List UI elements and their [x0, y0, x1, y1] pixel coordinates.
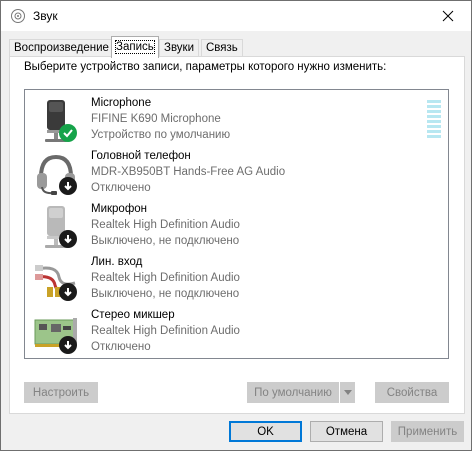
device-driver: Realtek High Definition Audio [91, 325, 240, 337]
speaker-icon [11, 9, 25, 23]
device-name: Микрофон [91, 203, 148, 215]
device-status: Выключено, не подключено [91, 288, 240, 300]
chevron-down-icon [343, 389, 352, 395]
recording-panel: Выберите устройство записи, параметры ко… [9, 56, 465, 414]
device-driver: FIFINE K690 Microphone [91, 113, 221, 125]
disabled-arrow-icon [59, 230, 77, 248]
disabled-arrow-icon [59, 283, 77, 301]
device-name: Головной телефон [91, 150, 191, 162]
title-bar: Звук [1, 1, 471, 31]
device-item-headset[interactable]: Головной телефон MDR-XB950BT Hands-Free … [25, 149, 415, 199]
device-item-microphone[interactable]: Microphone FIFINE K690 Microphone Устрой… [25, 96, 415, 146]
device-list[interactable]: Microphone FIFINE K690 Microphone Устрой… [24, 89, 449, 359]
device-name: Стерео микшер [91, 309, 175, 321]
device-item-mikrofon[interactable]: Микрофон Realtek High Definition Audio В… [25, 202, 415, 252]
tab-playback[interactable]: Воспроизведение [9, 39, 114, 57]
window-title: Звук [33, 9, 58, 23]
device-status: Отключено [91, 341, 151, 353]
cancel-button[interactable]: Отмена [310, 421, 383, 442]
tab-sounds[interactable]: Звуки [159, 39, 200, 57]
sound-dialog: Звук Воспроизведение Запись Звуки Связь … [0, 0, 472, 451]
level-meter [427, 100, 441, 140]
device-name: Microphone [91, 97, 152, 109]
configure-button[interactable]: Настроить [24, 382, 98, 403]
close-icon [442, 10, 454, 22]
properties-button[interactable]: Свойства [375, 382, 449, 403]
device-status: Отключено [91, 182, 151, 194]
default-check-icon [59, 124, 77, 142]
device-name: Лин. вход [91, 256, 143, 268]
close-button[interactable] [425, 1, 471, 31]
ok-button[interactable]: OK [229, 421, 302, 442]
device-status: Выключено, не подключено [91, 235, 240, 247]
set-default-button[interactable]: По умолчанию [247, 382, 339, 403]
device-driver: Realtek High Definition Audio [91, 219, 240, 231]
device-item-stereo-mix[interactable]: Стерео микшер Realtek High Definition Au… [25, 308, 415, 358]
tab-recording[interactable]: Запись [111, 36, 159, 58]
device-driver: Realtek High Definition Audio [91, 272, 240, 284]
device-driver: MDR-XB950BT Hands-Free AG Audio [91, 166, 286, 178]
set-default-dropdown[interactable] [340, 382, 355, 403]
disabled-arrow-icon [59, 177, 77, 195]
disabled-arrow-icon [59, 336, 77, 354]
instruction-text: Выберите устройство записи, параметры ко… [24, 61, 387, 73]
device-item-line-in[interactable]: Лин. вход Realtek High Definition Audio … [25, 255, 415, 305]
device-status: Устройство по умолчанию [91, 129, 231, 141]
tab-communications[interactable]: Связь [201, 39, 243, 57]
apply-button[interactable]: Применить [391, 421, 464, 442]
